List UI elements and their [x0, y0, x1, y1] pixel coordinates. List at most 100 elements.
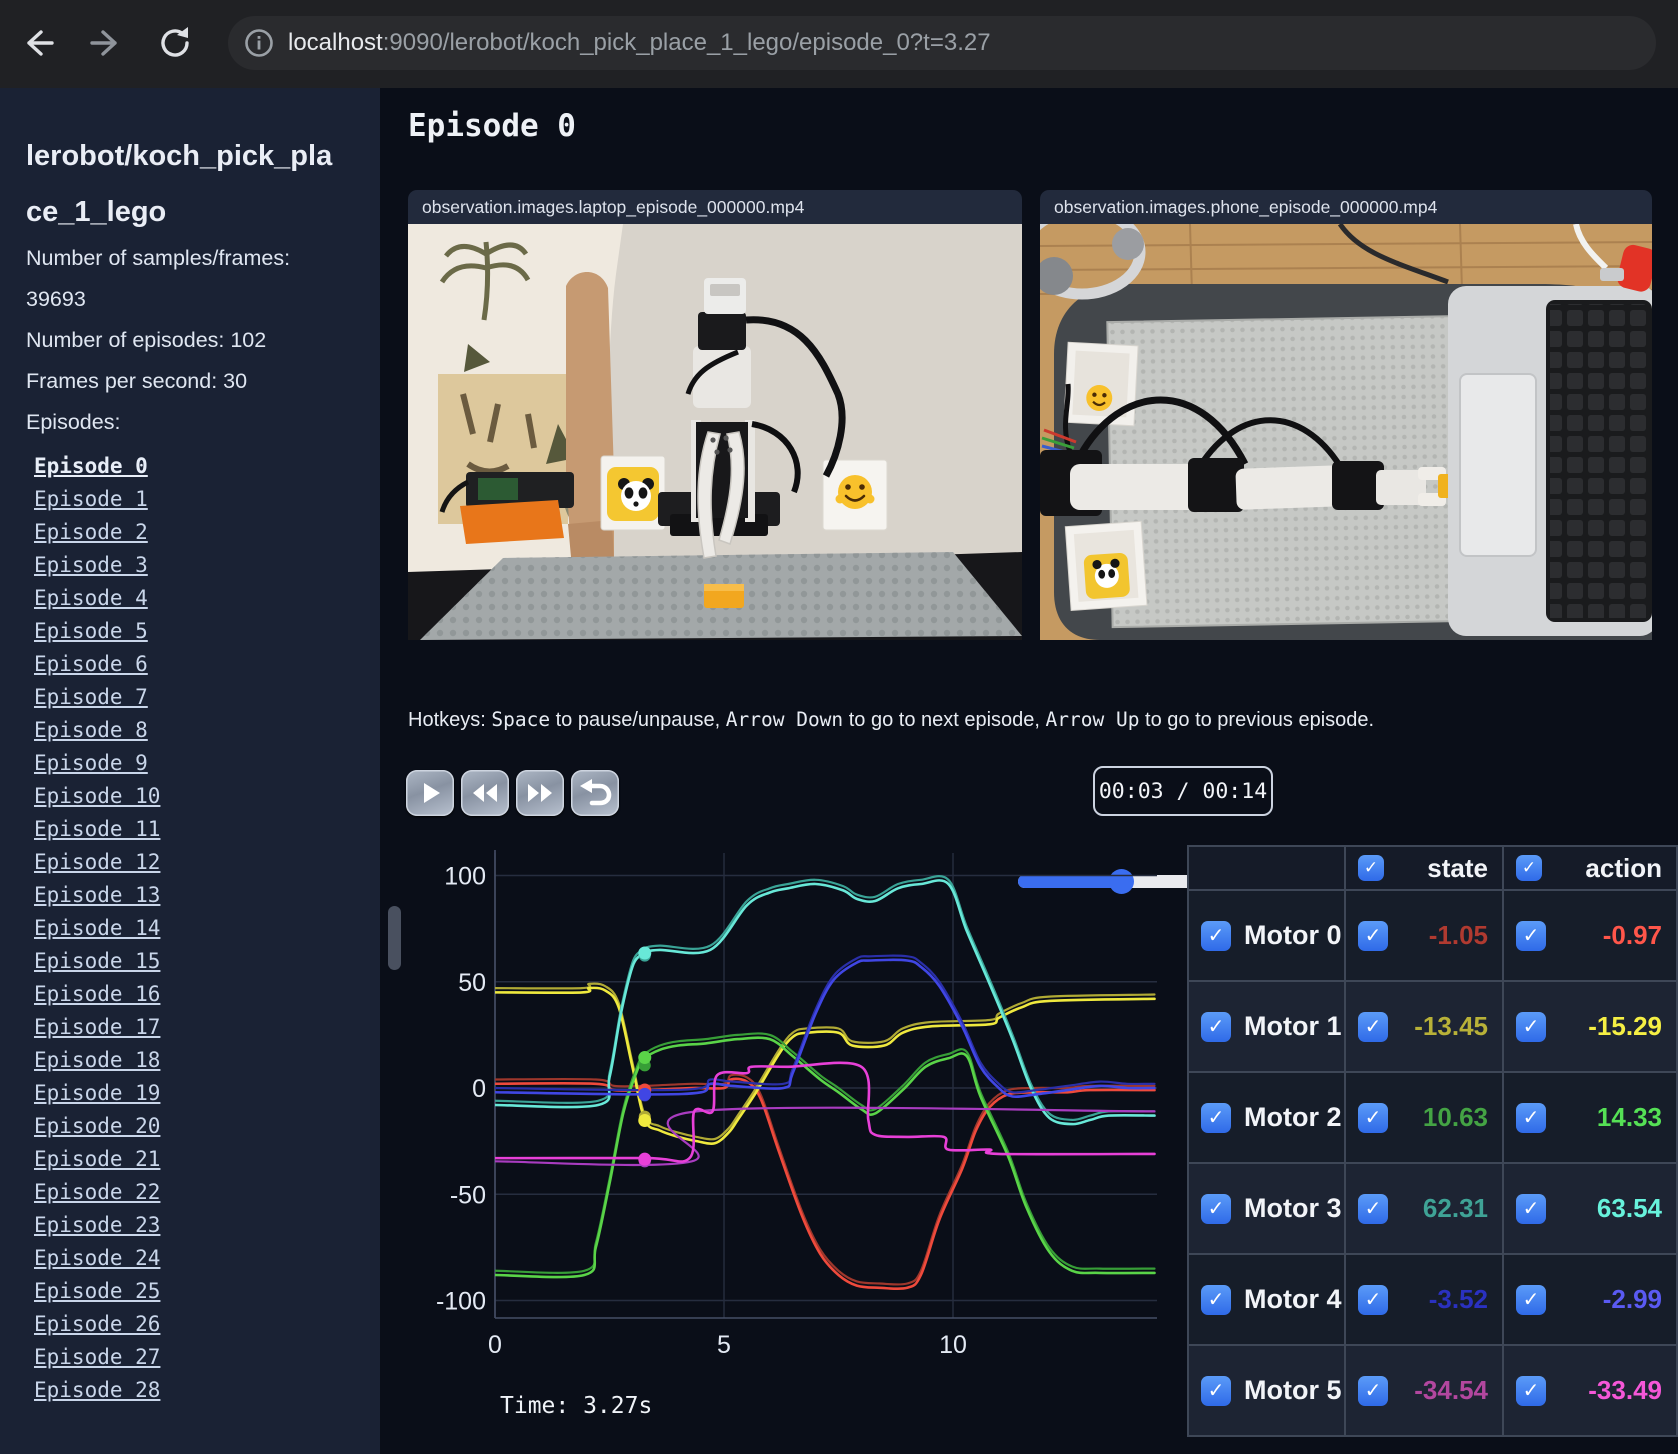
motor-action-cell: ✓ -2.99: [1503, 1254, 1677, 1345]
motor-chart: 100 50 0 -50 -100 0 5 10 Time: 3.27s: [400, 845, 1170, 1454]
x-tick-label: 5: [717, 1331, 731, 1359]
sidebar-episode-link[interactable]: Episode 26: [34, 1308, 364, 1341]
sidebar-episode-link[interactable]: Episode 24: [34, 1242, 364, 1275]
sidebar-episode-link[interactable]: Episode 5: [34, 615, 364, 648]
motor-action-value: 14.33: [1596, 1102, 1662, 1132]
checkbox-checked[interactable]: ✓: [1516, 1375, 1546, 1406]
sidebar-episode-link[interactable]: Episode 11: [34, 813, 364, 846]
action-header-label: action: [1585, 852, 1662, 883]
page-info-icon[interactable]: [242, 26, 276, 60]
sidebar-episode-link[interactable]: Episode 17: [34, 1011, 364, 1044]
forward-icon[interactable]: [84, 20, 130, 66]
checkbox-checked[interactable]: ✓: [1201, 920, 1231, 951]
sidebar: lerobot/koch_pick_place_1_lego Number of…: [0, 88, 380, 1454]
sidebar-episode-link[interactable]: Episode 22: [34, 1176, 364, 1209]
sidebar-episode-link[interactable]: Episode 10: [34, 780, 364, 813]
sidebar-episode-link[interactable]: Episode 12: [34, 846, 364, 879]
sidebar-episode-link[interactable]: Episode 13: [34, 879, 364, 912]
sidebar-episode-link[interactable]: Episode 7: [34, 681, 364, 714]
motor-state-value: -13.45: [1414, 1011, 1488, 1041]
sidebar-episode-link[interactable]: Episode 0: [34, 450, 364, 483]
checkbox-checked[interactable]: ✓: [1201, 1193, 1231, 1224]
motor-state-cell: ✓ 62.31: [1345, 1163, 1503, 1254]
checkbox-checked[interactable]: ✓: [1201, 1011, 1231, 1042]
fast-forward-button[interactable]: [516, 770, 564, 816]
x-tick-label: 0: [488, 1331, 502, 1359]
url-bar[interactable]: localhost:9090/lerobot/koch_pick_place_1…: [228, 16, 1656, 70]
motor-state-cell: ✓ -34.54: [1345, 1345, 1503, 1436]
sidebar-episode-link[interactable]: Episode 21: [34, 1143, 364, 1176]
checkbox-checked[interactable]: ✓: [1516, 1102, 1546, 1133]
hotkeys-text: to go to next episode,: [843, 709, 1046, 731]
motor-state-value: -34.54: [1414, 1375, 1488, 1405]
motor-row-label-cell: ✓ Motor 5: [1188, 1345, 1345, 1436]
motor-state-value: 10.63: [1422, 1102, 1488, 1132]
video-phone-frame: [1018, 204, 1658, 640]
hotkey-key: Arrow Up: [1045, 708, 1140, 731]
checkbox-checked[interactable]: ✓: [1516, 1011, 1546, 1042]
motor-name: Motor 3: [1244, 1193, 1342, 1223]
sidebar-episode-link[interactable]: Episode 19: [34, 1077, 364, 1110]
column-header-action: ✓ action: [1503, 846, 1677, 890]
video-phone[interactable]: [1018, 204, 1658, 640]
sidebar-episode-link[interactable]: Episode 16: [34, 978, 364, 1011]
motor-row-label-cell: ✓ Motor 1: [1188, 981, 1345, 1072]
motor-name: Motor 0: [1244, 920, 1342, 950]
sidebar-episode-link[interactable]: Episode 18: [34, 1044, 364, 1077]
sidebar-episode-link[interactable]: Episode 4: [34, 582, 364, 615]
checkbox-checked[interactable]: ✓: [1516, 920, 1546, 951]
checkbox-checked[interactable]: ✓: [1358, 1102, 1388, 1133]
y-tick-label: 0: [472, 1075, 486, 1103]
episode-list: Episode 0 Episode 1 Episode 2 Episode 3 Epis…: [34, 450, 364, 1407]
motor-action-value: -15.29: [1588, 1011, 1662, 1041]
hotkeys-text: to go to previous episode.: [1139, 709, 1375, 731]
checkbox-checked[interactable]: ✓: [1516, 1193, 1546, 1224]
motor-action-cell: ✓ -33.49: [1503, 1345, 1677, 1436]
play-button[interactable]: [406, 770, 454, 816]
checkbox-checked[interactable]: ✓: [1201, 1284, 1231, 1315]
page-title: Episode 0: [408, 108, 576, 144]
checkbox-checked[interactable]: ✓: [1358, 855, 1384, 881]
sidebar-episode-link[interactable]: Episode 6: [34, 648, 364, 681]
sidebar-episode-link[interactable]: Episode 20: [34, 1110, 364, 1143]
video-laptop[interactable]: [408, 224, 1022, 640]
sidebar-episode-link[interactable]: Episode 1: [34, 483, 364, 516]
scrollbar-thumb[interactable]: [388, 906, 401, 970]
chart-line-state: [495, 954, 1156, 1094]
sidebar-episode-link[interactable]: Episode 25: [34, 1275, 364, 1308]
loop-button[interactable]: [571, 770, 619, 816]
sidebar-episode-link[interactable]: Episode 3: [34, 549, 364, 582]
sidebar-episode-link[interactable]: Episode 8: [34, 714, 364, 747]
chart-time-label: Time: 3.27s: [500, 1393, 652, 1419]
checkbox-checked[interactable]: ✓: [1516, 855, 1542, 881]
reload-icon[interactable]: [152, 20, 198, 66]
checkbox-checked[interactable]: ✓: [1358, 1284, 1388, 1315]
checkbox-checked[interactable]: ✓: [1358, 1011, 1388, 1042]
motor-row-label-cell: ✓ Motor 3: [1188, 1163, 1345, 1254]
video-label-laptop: observation.images.laptop_episode_000000…: [408, 190, 1022, 224]
stat-fps: Frames per second: 30: [26, 369, 248, 393]
checkbox-checked[interactable]: ✓: [1201, 1375, 1231, 1406]
checkbox-checked[interactable]: ✓: [1516, 1284, 1546, 1315]
checkbox-checked[interactable]: ✓: [1201, 1102, 1231, 1133]
checkbox-checked[interactable]: ✓: [1358, 1193, 1388, 1224]
loop-icon: [580, 779, 612, 806]
sidebar-episode-link[interactable]: Episode 2: [34, 516, 364, 549]
sidebar-episode-link[interactable]: Episode 27: [34, 1341, 364, 1374]
time-display: 00:03 / 00:14: [1093, 766, 1273, 816]
sidebar-episode-link[interactable]: Episode 9: [34, 747, 364, 780]
motor-action-value: -2.99: [1602, 1284, 1662, 1314]
checkbox-checked[interactable]: ✓: [1358, 920, 1388, 951]
sidebar-episode-link[interactable]: Episode 28: [34, 1374, 364, 1407]
hotkey-key: Arrow Down: [725, 708, 844, 731]
rewind-button[interactable]: [461, 770, 509, 816]
sidebar-episode-link[interactable]: Episode 23: [34, 1209, 364, 1242]
sidebar-episode-link[interactable]: Episode 14: [34, 912, 364, 945]
hotkey-key: Space: [491, 708, 551, 731]
back-icon[interactable]: [14, 20, 60, 66]
motor-state-value: 62.31: [1422, 1193, 1488, 1223]
sidebar-episode-link[interactable]: Episode 15: [34, 945, 364, 978]
url-text: localhost:9090/lerobot/koch_pick_place_1…: [288, 29, 991, 56]
y-tick-label: -50: [450, 1181, 486, 1209]
checkbox-checked[interactable]: ✓: [1358, 1375, 1388, 1406]
